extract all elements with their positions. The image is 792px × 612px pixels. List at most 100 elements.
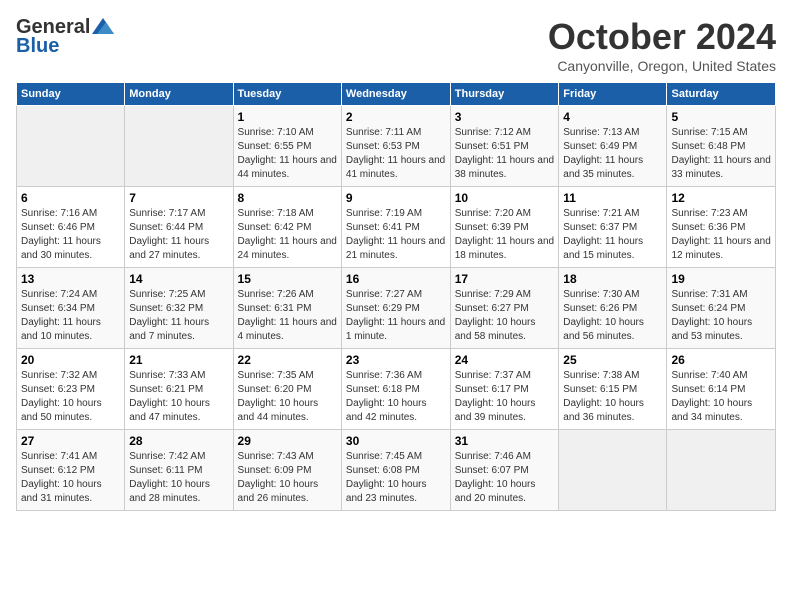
weekday-header: Friday <box>559 83 667 106</box>
day-number: 17 <box>455 272 555 286</box>
day-info: Sunrise: 7:23 AMSunset: 6:36 PMDaylight:… <box>671 207 771 263</box>
calendar-cell: 13Sunrise: 7:24 AMSunset: 6:34 PMDayligh… <box>17 268 125 349</box>
calendar-cell: 12 Sunrise: 7:23 AMSunset: 6:36 PMDayligh… <box>667 187 776 268</box>
weekday-header: Wednesday <box>341 83 450 106</box>
calendar-cell: 22 Sunrise: 7:35 AMSunset: 6:20 PMDayligh… <box>233 349 341 430</box>
calendar-cell: 30 Sunrise: 7:45 AMSunset: 6:08 PMDayligh… <box>341 430 450 511</box>
day-info: Sunrise: 7:15 AMSunset: 6:48 PMDaylight:… <box>671 126 771 182</box>
day-number: 19 <box>671 272 771 286</box>
day-number: 6 <box>21 191 120 205</box>
day-number: 22 <box>238 353 337 367</box>
calendar-cell: 5 Sunrise: 7:15 AMSunset: 6:48 PMDaylight… <box>667 106 776 187</box>
day-info: Sunrise: 7:18 AMSunset: 6:42 PMDaylight:… <box>238 207 337 263</box>
calendar-cell: 29 Sunrise: 7:43 AMSunset: 6:09 PMDayligh… <box>233 430 341 511</box>
calendar-cell: 8 Sunrise: 7:18 AMSunset: 6:42 PMDaylight… <box>233 187 341 268</box>
day-info: Sunrise: 7:46 AMSunset: 6:07 PMDaylight:… <box>455 450 555 506</box>
calendar-cell: 17Sunrise: 7:29 AMSunset: 6:27 PMDayligh… <box>450 268 559 349</box>
day-number: 21 <box>129 353 228 367</box>
weekday-header: Thursday <box>450 83 559 106</box>
day-info: Sunrise: 7:32 AMSunset: 6:23 PMDaylight:… <box>21 369 120 425</box>
weekday-header: Tuesday <box>233 83 341 106</box>
calendar-cell: 27Sunrise: 7:41 AMSunset: 6:12 PMDayligh… <box>17 430 125 511</box>
page-header: General Blue October 2024 Canyonville, O… <box>16 16 776 74</box>
day-info: Sunrise: 7:11 AMSunset: 6:53 PMDaylight:… <box>346 126 446 182</box>
day-number: 29 <box>238 434 337 448</box>
day-info: Sunrise: 7:30 AMSunset: 6:26 PMDaylight:… <box>563 288 662 344</box>
day-number: 7 <box>129 191 228 205</box>
day-info: Sunrise: 7:43 AMSunset: 6:09 PMDaylight:… <box>238 450 337 506</box>
calendar-cell: 10 Sunrise: 7:20 AMSunset: 6:39 PMDayligh… <box>450 187 559 268</box>
location-title: Canyonville, Oregon, United States <box>548 58 776 74</box>
day-info: Sunrise: 7:20 AMSunset: 6:39 PMDaylight:… <box>455 207 555 263</box>
day-number: 23 <box>346 353 446 367</box>
day-number: 24 <box>455 353 555 367</box>
day-info: Sunrise: 7:36 AMSunset: 6:18 PMDaylight:… <box>346 369 446 425</box>
day-info: Sunrise: 7:17 AMSunset: 6:44 PMDaylight:… <box>129 207 228 263</box>
day-info: Sunrise: 7:10 AMSunset: 6:55 PMDaylight:… <box>238 126 337 182</box>
day-info: Sunrise: 7:45 AMSunset: 6:08 PMDaylight:… <box>346 450 446 506</box>
calendar-cell: 19Sunrise: 7:31 AMSunset: 6:24 PMDayligh… <box>667 268 776 349</box>
day-info: Sunrise: 7:25 AMSunset: 6:32 PMDaylight:… <box>129 288 228 344</box>
day-number: 8 <box>238 191 337 205</box>
calendar-week-row: 20 Sunrise: 7:32 AMSunset: 6:23 PMDayligh… <box>17 349 776 430</box>
day-info: Sunrise: 7:21 AMSunset: 6:37 PMDaylight:… <box>563 207 662 263</box>
day-info: Sunrise: 7:12 AMSunset: 6:51 PMDaylight:… <box>455 126 555 182</box>
day-number: 13 <box>21 272 120 286</box>
day-number: 1 <box>238 110 337 124</box>
calendar-cell: 23 Sunrise: 7:36 AMSunset: 6:18 PMDayligh… <box>341 349 450 430</box>
calendar-cell: 15 Sunrise: 7:26 AMSunset: 6:31 PMDayligh… <box>233 268 341 349</box>
day-number: 15 <box>238 272 337 286</box>
day-info: Sunrise: 7:19 AMSunset: 6:41 PMDaylight:… <box>346 207 446 263</box>
day-info: Sunrise: 7:42 AMSunset: 6:11 PMDaylight:… <box>129 450 228 506</box>
day-number: 9 <box>346 191 446 205</box>
calendar-cell: 21 Sunrise: 7:33 AMSunset: 6:21 PMDayligh… <box>125 349 233 430</box>
calendar: SundayMondayTuesdayWednesdayThursdayFrid… <box>16 82 776 511</box>
calendar-cell: 1 Sunrise: 7:10 AMSunset: 6:55 PMDaylight… <box>233 106 341 187</box>
calendar-cell: 11 Sunrise: 7:21 AMSunset: 6:37 PMDayligh… <box>559 187 667 268</box>
day-info: Sunrise: 7:16 AMSunset: 6:46 PMDaylight:… <box>21 207 120 263</box>
day-number: 5 <box>671 110 771 124</box>
calendar-cell: 6 Sunrise: 7:16 AMSunset: 6:46 PMDaylight… <box>17 187 125 268</box>
day-number: 2 <box>346 110 446 124</box>
day-number: 28 <box>129 434 228 448</box>
calendar-cell: 26 Sunrise: 7:40 AMSunset: 6:14 PMDayligh… <box>667 349 776 430</box>
calendar-cell: 7 Sunrise: 7:17 AMSunset: 6:44 PMDaylight… <box>125 187 233 268</box>
day-number: 31 <box>455 434 555 448</box>
day-number: 11 <box>563 191 662 205</box>
calendar-cell: 25Sunrise: 7:38 AMSunset: 6:15 PMDayligh… <box>559 349 667 430</box>
day-number: 10 <box>455 191 555 205</box>
day-info: Sunrise: 7:41 AMSunset: 6:12 PMDaylight:… <box>21 450 120 506</box>
calendar-cell: 16Sunrise: 7:27 AMSunset: 6:29 PMDayligh… <box>341 268 450 349</box>
calendar-cell <box>17 106 125 187</box>
calendar-cell: 9 Sunrise: 7:19 AMSunset: 6:41 PMDaylight… <box>341 187 450 268</box>
calendar-cell <box>125 106 233 187</box>
logo-icon <box>92 18 114 34</box>
weekday-header: Monday <box>125 83 233 106</box>
calendar-week-row: 13Sunrise: 7:24 AMSunset: 6:34 PMDayligh… <box>17 268 776 349</box>
calendar-cell <box>559 430 667 511</box>
day-info: Sunrise: 7:26 AMSunset: 6:31 PMDaylight:… <box>238 288 337 344</box>
day-number: 12 <box>671 191 771 205</box>
day-info: Sunrise: 7:40 AMSunset: 6:14 PMDaylight:… <box>671 369 771 425</box>
day-number: 30 <box>346 434 446 448</box>
calendar-week-row: 1 Sunrise: 7:10 AMSunset: 6:55 PMDaylight… <box>17 106 776 187</box>
logo-blue: Blue <box>16 35 59 58</box>
calendar-cell: 4Sunrise: 7:13 AMSunset: 6:49 PMDaylight… <box>559 106 667 187</box>
day-number: 14 <box>129 272 228 286</box>
weekday-header: Sunday <box>17 83 125 106</box>
day-number: 18 <box>563 272 662 286</box>
day-number: 20 <box>21 353 120 367</box>
day-number: 26 <box>671 353 771 367</box>
calendar-cell: 2 Sunrise: 7:11 AMSunset: 6:53 PMDaylight… <box>341 106 450 187</box>
day-info: Sunrise: 7:37 AMSunset: 6:17 PMDaylight:… <box>455 369 555 425</box>
day-number: 3 <box>455 110 555 124</box>
day-number: 4 <box>563 110 662 124</box>
calendar-cell: 31 Sunrise: 7:46 AMSunset: 6:07 PMDayligh… <box>450 430 559 511</box>
day-info: Sunrise: 7:33 AMSunset: 6:21 PMDaylight:… <box>129 369 228 425</box>
day-number: 25 <box>563 353 662 367</box>
calendar-cell: 18 Sunrise: 7:30 AMSunset: 6:26 PMDayligh… <box>559 268 667 349</box>
day-info: Sunrise: 7:35 AMSunset: 6:20 PMDaylight:… <box>238 369 337 425</box>
calendar-week-row: 6 Sunrise: 7:16 AMSunset: 6:46 PMDaylight… <box>17 187 776 268</box>
day-number: 16 <box>346 272 446 286</box>
logo: General Blue <box>16 16 114 58</box>
